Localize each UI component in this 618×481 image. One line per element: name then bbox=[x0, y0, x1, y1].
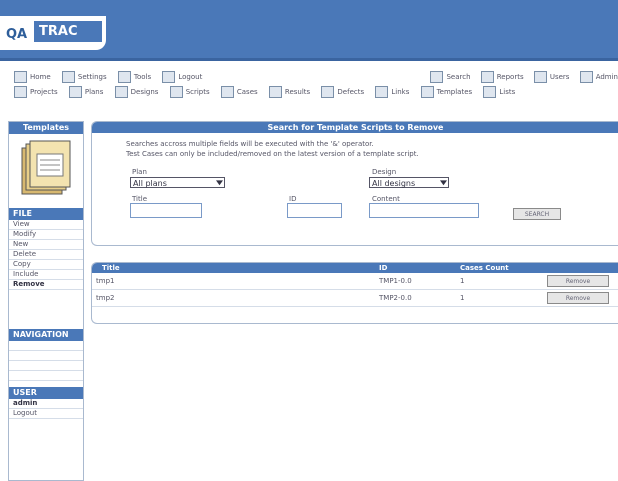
settings-icon bbox=[61, 71, 75, 83]
projects-icon bbox=[14, 86, 27, 98]
col-cases-count: Cases Count bbox=[460, 264, 509, 272]
sidebar-nav-slot bbox=[9, 341, 83, 351]
app-header: QA TRAC bbox=[0, 0, 618, 61]
toolbar-item-designs[interactable]: Designs bbox=[114, 83, 158, 101]
sidebar-item-remove[interactable]: Remove bbox=[9, 280, 83, 290]
toolbar-item-defects[interactable]: Defects bbox=[321, 83, 364, 101]
row-id: TMP2-0.0 bbox=[379, 294, 412, 302]
sidebar-nav-slot bbox=[9, 361, 83, 371]
defects-icon bbox=[321, 86, 335, 98]
title-label: Title bbox=[132, 195, 148, 203]
row-title: tmp2 bbox=[96, 294, 115, 302]
content-label: Content bbox=[372, 195, 400, 203]
logo-trac-text: TRAC bbox=[34, 21, 102, 42]
table-row: tmp2 TMP2-0.0 1 Remove bbox=[92, 290, 618, 307]
tools-icon bbox=[117, 71, 131, 83]
table-row: tmp1 TMP1-0.0 1 Remove bbox=[92, 273, 618, 290]
sidebar-item-include[interactable]: Include bbox=[9, 270, 83, 280]
sidebar-item-copy[interactable]: Copy bbox=[9, 260, 83, 270]
content-input[interactable] bbox=[369, 203, 479, 218]
col-title: Title bbox=[102, 264, 120, 272]
toolbar-item-lists[interactable]: Lists bbox=[483, 83, 515, 101]
templates-icon bbox=[21, 140, 71, 195]
toolbar-item-scripts[interactable]: Scripts bbox=[169, 83, 210, 101]
sidebar-nav-slot bbox=[9, 351, 83, 361]
toolbar-item-results[interactable]: Results bbox=[268, 83, 310, 101]
links-icon bbox=[375, 86, 389, 98]
row-title: tmp1 bbox=[96, 277, 115, 285]
design-label: Design bbox=[372, 168, 397, 176]
col-id: ID bbox=[379, 264, 388, 272]
toolbar-item-projects[interactable]: Projects bbox=[14, 83, 58, 101]
chevron-down-icon bbox=[216, 180, 223, 186]
toolbar-item-links[interactable]: Links bbox=[375, 83, 409, 101]
row-count: 1 bbox=[460, 294, 465, 302]
design-select-value: All designs bbox=[372, 179, 416, 188]
lists-icon bbox=[483, 86, 497, 98]
remove-button[interactable]: Remove bbox=[547, 292, 609, 304]
users-icon bbox=[533, 71, 547, 83]
toolbar-item-templates[interactable]: Templates bbox=[420, 83, 472, 101]
sidebar-user-name: admin bbox=[9, 399, 83, 409]
plan-select[interactable]: All plans bbox=[130, 177, 225, 188]
row-id: TMP1-0.0 bbox=[379, 277, 412, 285]
sidebar-item-view[interactable]: View bbox=[9, 220, 83, 230]
admin-icon bbox=[579, 71, 593, 83]
row-count: 1 bbox=[460, 277, 465, 285]
toolbar-item-admin[interactable]: Admin bbox=[579, 68, 618, 86]
toolbar-item-plans[interactable]: Plans bbox=[68, 83, 103, 101]
chevron-down-icon bbox=[440, 180, 447, 186]
sidebar-user-head: USER bbox=[9, 387, 83, 399]
sidebar-item-new[interactable]: New bbox=[9, 240, 83, 250]
results-icon bbox=[268, 86, 282, 98]
logout-icon bbox=[162, 71, 176, 83]
cases-icon bbox=[220, 86, 234, 98]
title-input[interactable] bbox=[130, 203, 202, 218]
reports-icon bbox=[480, 71, 494, 83]
toolbar-modules: Projects Plans Designs Scripts Cases Res… bbox=[14, 83, 524, 101]
sidebar-nav-head: NAVIGATION bbox=[9, 329, 83, 341]
sidebar-item-logout[interactable]: Logout bbox=[9, 409, 83, 419]
search-icon bbox=[430, 71, 444, 83]
sidebar-file-section: FILE View Modify New Delete Copy Include… bbox=[9, 208, 83, 290]
toolbar-item-cases[interactable]: Cases bbox=[220, 83, 258, 101]
search-button[interactable]: SEARCH bbox=[513, 208, 561, 220]
logo-qa-text: QA bbox=[6, 27, 28, 42]
search-note-latest-version: Test Cases can only be included/removed … bbox=[126, 150, 419, 158]
search-note-operator: Searches accross multiple fields will be… bbox=[126, 140, 374, 148]
results-table: Title ID Cases Count tmp1 TMP1-0.0 1 Rem… bbox=[91, 262, 618, 324]
id-input[interactable] bbox=[287, 203, 342, 218]
remove-button[interactable]: Remove bbox=[547, 275, 609, 287]
sidebar-title: Templates bbox=[9, 122, 83, 134]
templates-icon bbox=[420, 86, 434, 98]
sidebar-item-modify[interactable]: Modify bbox=[9, 230, 83, 240]
sidebar-user-section: USER admin Logout bbox=[9, 387, 83, 419]
search-panel-title: Search for Template Scripts to Remove bbox=[92, 122, 618, 133]
sidebar: Templates FILE View Modify New Delete Co… bbox=[8, 121, 84, 481]
sidebar-file-head: FILE bbox=[9, 208, 83, 220]
sidebar-nav-section: NAVIGATION bbox=[9, 329, 83, 381]
toolbar-item-users[interactable]: Users bbox=[533, 68, 569, 86]
plan-label: Plan bbox=[132, 168, 147, 176]
plan-select-value: All plans bbox=[133, 179, 167, 188]
id-label: ID bbox=[289, 195, 297, 203]
design-select[interactable]: All designs bbox=[369, 177, 449, 188]
designs-icon bbox=[114, 86, 128, 98]
scripts-icon bbox=[169, 86, 183, 98]
sidebar-nav-slot bbox=[9, 371, 83, 381]
sidebar-item-delete[interactable]: Delete bbox=[9, 250, 83, 260]
home-icon bbox=[14, 71, 27, 83]
search-panel: Search for Template Scripts to Remove Se… bbox=[91, 121, 618, 246]
results-header: Title ID Cases Count bbox=[92, 263, 618, 273]
plans-icon bbox=[68, 86, 82, 98]
